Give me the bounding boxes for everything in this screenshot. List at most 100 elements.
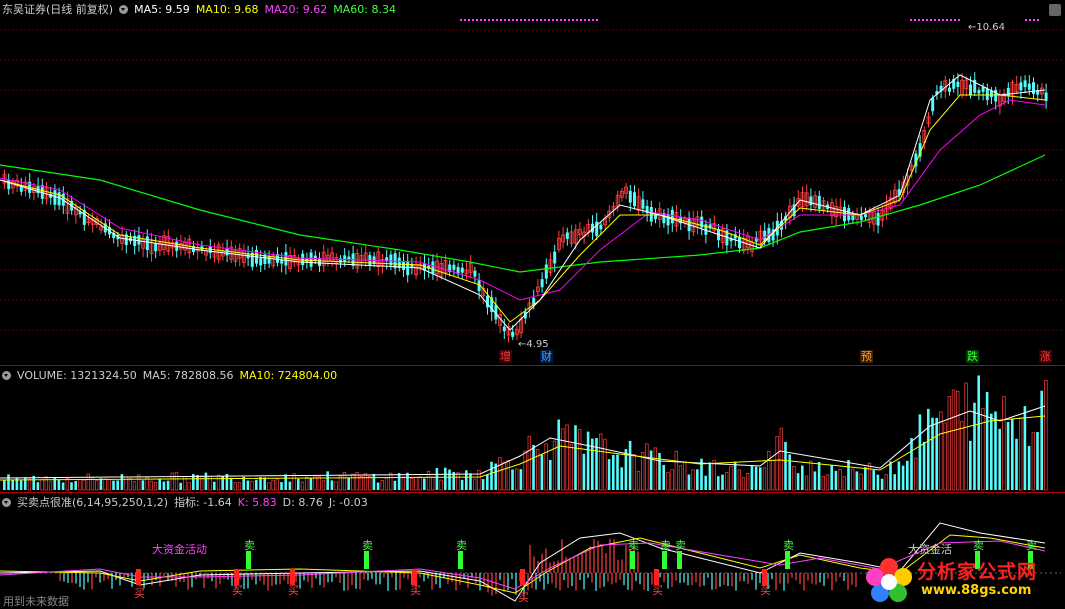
volume-bar	[330, 480, 334, 490]
top-marker	[472, 19, 474, 21]
volume-bar	[179, 482, 182, 490]
dropdown-icon[interactable]	[2, 371, 11, 380]
volume-bar	[838, 469, 842, 491]
price-chart[interactable]	[0, 0, 1065, 365]
event-marker-yu[interactable]: 预	[860, 350, 873, 363]
top-marker	[496, 19, 498, 21]
volume-bar	[527, 435, 531, 491]
candle-body	[859, 215, 863, 221]
volume-bar	[906, 460, 909, 490]
dropdown-icon[interactable]	[119, 5, 129, 14]
top-marker	[930, 19, 932, 21]
volume-bar	[746, 473, 750, 491]
volume-bar	[595, 438, 598, 490]
event-marker-zhang[interactable]: 涨	[1039, 350, 1052, 363]
volume-bar	[519, 469, 523, 490]
volume-pane[interactable]: VOLUME: 1321324.50 MA5: 782808.56 MA10: 72…	[0, 366, 1065, 492]
volume-bar	[27, 478, 32, 491]
volume-bar	[784, 441, 787, 490]
candle-body	[343, 255, 347, 262]
scroll-up-icon[interactable]	[1049, 4, 1061, 16]
price-pane[interactable]: 东吴证券(日线 前复权) MA5: 9.59 MA10: 9.68 MA20: 9.6…	[0, 0, 1065, 365]
top-marker	[544, 19, 546, 21]
volume-bar	[977, 375, 980, 490]
volume-bar	[565, 424, 569, 491]
candle-body	[460, 267, 464, 273]
volume-bar	[158, 479, 161, 490]
volume-bar	[574, 425, 577, 490]
volume-bar	[951, 389, 956, 491]
volume-bar	[486, 474, 489, 490]
volume-bar	[990, 413, 993, 490]
volume-bar	[717, 476, 720, 490]
candle-body	[969, 84, 972, 96]
candle-body	[259, 258, 263, 266]
volume-bar	[112, 480, 115, 490]
volume-bar	[872, 470, 875, 490]
volume-bar	[973, 402, 976, 490]
volume-bar	[305, 476, 309, 491]
sell-label: 卖	[362, 539, 373, 552]
volume-bar	[964, 382, 968, 491]
volume-bar	[237, 482, 242, 491]
volume-bar	[662, 464, 665, 490]
candle-body	[309, 252, 313, 267]
volume-bar	[48, 481, 53, 491]
buy-label: 买	[652, 584, 663, 597]
volume-bar	[511, 469, 514, 490]
candle-body	[1032, 82, 1035, 95]
volume-bar	[876, 474, 880, 490]
volume-chart[interactable]	[0, 366, 1065, 492]
volume-bar	[216, 474, 221, 491]
low-price-label: ←4.95	[518, 339, 549, 350]
top-marker	[500, 19, 502, 21]
volume-bar	[280, 482, 283, 490]
volume-bar	[1040, 390, 1043, 490]
volume-bar	[255, 479, 258, 490]
volume-bar	[632, 454, 636, 491]
volume-bar	[599, 433, 603, 491]
volume-bar	[95, 480, 99, 491]
volume-bar	[1015, 438, 1018, 490]
volume-bar	[423, 478, 426, 490]
top-marker	[528, 19, 530, 21]
volume-bar	[410, 478, 414, 491]
volume-bar	[775, 436, 779, 491]
event-marker-die[interactable]: 跌	[966, 350, 979, 363]
top-marker	[572, 19, 574, 21]
volume-bar	[44, 476, 48, 491]
volume-bar	[141, 480, 145, 490]
volume-bar	[855, 471, 859, 490]
volume-bar	[696, 469, 699, 490]
volume-bar	[393, 480, 397, 490]
volume-bar	[61, 482, 65, 490]
sell-signal-bar	[677, 551, 682, 569]
event-marker-zeng[interactable]: 增	[499, 350, 512, 363]
top-marker	[954, 19, 956, 21]
volume-bar	[557, 419, 560, 490]
price-header: 东吴证券(日线 前复权) MA5: 9.59 MA10: 9.68 MA20: 9.6…	[2, 3, 402, 17]
volume-bar	[86, 473, 90, 491]
candle-body	[956, 81, 960, 87]
volume-bar	[3, 480, 6, 490]
volume-bar	[1006, 421, 1010, 490]
dropdown-icon[interactable]	[2, 498, 11, 507]
volume-bar	[779, 427, 783, 491]
volume-bar	[334, 481, 338, 491]
volume-bar	[956, 391, 960, 491]
sell-signal-bar	[364, 551, 369, 569]
volume-bar	[867, 462, 872, 491]
candle-body	[809, 196, 813, 206]
candle-body	[473, 270, 477, 277]
volume-bar	[363, 473, 368, 491]
top-marker	[946, 19, 948, 21]
buy-label: 买	[134, 587, 145, 600]
event-marker-cai[interactable]: 财	[540, 350, 553, 363]
footer-note: 用到未来数据	[3, 595, 69, 608]
volume-bar	[174, 471, 179, 491]
volume-bar	[204, 472, 208, 490]
top-marker	[938, 19, 940, 21]
volume-bar	[401, 476, 405, 491]
volume-label: VOLUME: 1321324.50	[17, 369, 137, 382]
volume-bar	[347, 477, 350, 490]
